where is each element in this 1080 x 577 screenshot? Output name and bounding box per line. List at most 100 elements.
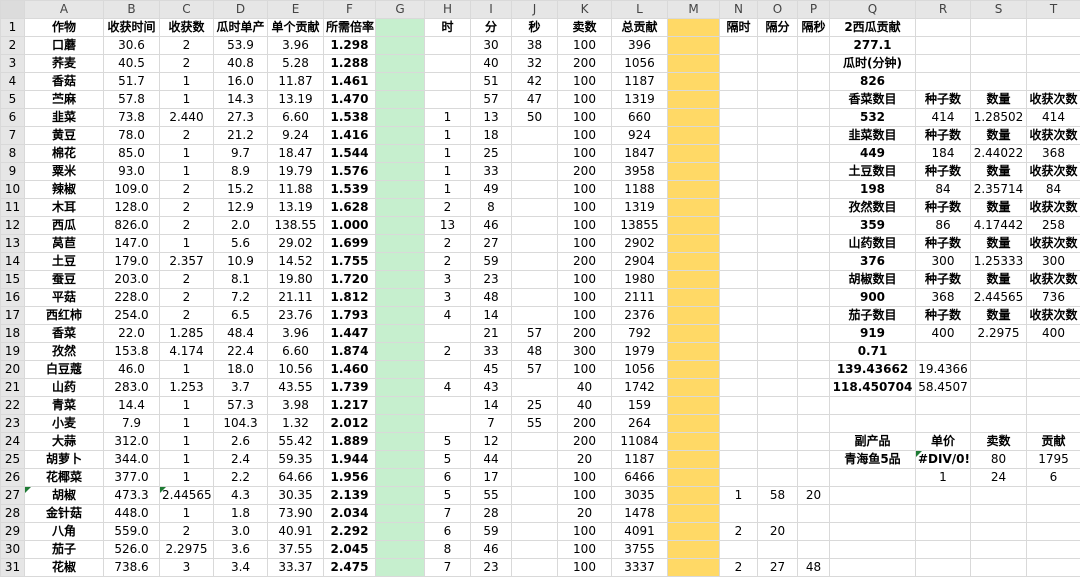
cell-o8[interactable] [758,145,798,163]
cell-l3[interactable]: 1056 [612,55,668,73]
cell-q1[interactable]: 2西瓜贡献 [830,19,916,37]
cell-n28[interactable] [720,505,758,523]
cell-q24[interactable]: 副产品 [830,433,916,451]
cell-b5[interactable]: 57.8 [104,91,160,109]
cell-k14[interactable]: 200 [558,253,612,271]
cell-h2[interactable] [425,37,471,55]
cell-e15[interactable]: 19.80 [268,271,324,289]
cell-i28[interactable]: 28 [471,505,512,523]
cell-i9[interactable]: 33 [471,163,512,181]
cell-f31[interactable]: 2.475 [324,559,376,577]
cell-b18[interactable]: 22.0 [104,325,160,343]
cell-t26[interactable]: 6 [1027,469,1080,487]
cell-k24[interactable]: 200 [558,433,612,451]
cell-f4[interactable]: 1.461 [324,73,376,91]
cell-t24[interactable]: 贡献 [1027,433,1080,451]
cell-a10[interactable]: 辣椒 [25,181,104,199]
cell-k4[interactable]: 100 [558,73,612,91]
row-number[interactable]: 29 [1,523,25,541]
cell-h9[interactable]: 1 [425,163,471,181]
cell-g26[interactable] [376,469,425,487]
cell-f8[interactable]: 1.544 [324,145,376,163]
cell-c29[interactable]: 2 [160,523,214,541]
cell-p10[interactable] [798,181,830,199]
cell-f17[interactable]: 1.793 [324,307,376,325]
cell-i2[interactable]: 30 [471,37,512,55]
cell-k7[interactable]: 100 [558,127,612,145]
cell-s23[interactable] [971,415,1027,433]
cell-p31[interactable]: 48 [798,559,830,577]
cell-j21[interactable] [512,379,558,397]
cell-f7[interactable]: 1.416 [324,127,376,145]
cell-o12[interactable] [758,217,798,235]
cell-h23[interactable] [425,415,471,433]
cell-n8[interactable] [720,145,758,163]
row-number[interactable]: 11 [1,199,25,217]
cell-j7[interactable] [512,127,558,145]
cell-a12[interactable]: 西瓜 [25,217,104,235]
cell-s31[interactable] [971,559,1027,577]
cell-g12[interactable] [376,217,425,235]
cell-d14[interactable]: 10.9 [214,253,268,271]
cell-f5[interactable]: 1.470 [324,91,376,109]
cell-a23[interactable]: 小麦 [25,415,104,433]
cell-g29[interactable] [376,523,425,541]
cell-r5[interactable]: 种子数 [916,91,971,109]
cell-a26[interactable]: 花椰菜 [25,469,104,487]
cell-h12[interactable]: 13 [425,217,471,235]
cell-q28[interactable] [830,505,916,523]
cell-d17[interactable]: 6.5 [214,307,268,325]
cell-m20[interactable] [668,361,720,379]
cell-m18[interactable] [668,325,720,343]
cell-l27[interactable]: 3035 [612,487,668,505]
column-header-e[interactable]: E [268,1,324,19]
cell-p14[interactable] [798,253,830,271]
cell-o7[interactable] [758,127,798,145]
cell-s30[interactable] [971,541,1027,559]
cell-k10[interactable]: 100 [558,181,612,199]
cell-n13[interactable] [720,235,758,253]
cell-r30[interactable] [916,541,971,559]
cell-g20[interactable] [376,361,425,379]
cell-e5[interactable]: 13.19 [268,91,324,109]
cell-t8[interactable]: 368 [1027,145,1080,163]
cell-i7[interactable]: 18 [471,127,512,145]
cell-p16[interactable] [798,289,830,307]
cell-m19[interactable] [668,343,720,361]
cell-r24[interactable]: 单价 [916,433,971,451]
cell-m13[interactable] [668,235,720,253]
cell-b1[interactable]: 收获时间 [104,19,160,37]
cell-b15[interactable]: 203.0 [104,271,160,289]
cell-b9[interactable]: 93.0 [104,163,160,181]
column-header-q[interactable]: Q [830,1,916,19]
cell-e12[interactable]: 138.55 [268,217,324,235]
cell-c6[interactable]: 2.440 [160,109,214,127]
cell-k8[interactable]: 100 [558,145,612,163]
cell-b28[interactable]: 448.0 [104,505,160,523]
cell-r11[interactable]: 种子数 [916,199,971,217]
cell-t15[interactable]: 收获次数 [1027,271,1080,289]
cell-f13[interactable]: 1.699 [324,235,376,253]
cell-f29[interactable]: 2.292 [324,523,376,541]
cell-h24[interactable]: 5 [425,433,471,451]
cell-l5[interactable]: 1319 [612,91,668,109]
cell-o18[interactable] [758,325,798,343]
cell-r19[interactable] [916,343,971,361]
cell-f18[interactable]: 1.447 [324,325,376,343]
cell-n9[interactable] [720,163,758,181]
cell-j10[interactable] [512,181,558,199]
cell-e24[interactable]: 55.42 [268,433,324,451]
cell-i8[interactable]: 25 [471,145,512,163]
cell-c2[interactable]: 2 [160,37,214,55]
cell-f28[interactable]: 2.034 [324,505,376,523]
cell-h26[interactable]: 6 [425,469,471,487]
cell-h22[interactable] [425,397,471,415]
cell-r6[interactable]: 414 [916,109,971,127]
cell-e2[interactable]: 3.96 [268,37,324,55]
row-number[interactable]: 26 [1,469,25,487]
cell-e28[interactable]: 73.90 [268,505,324,523]
cell-j29[interactable] [512,523,558,541]
cell-l22[interactable]: 159 [612,397,668,415]
cell-f22[interactable]: 1.217 [324,397,376,415]
cell-b23[interactable]: 7.9 [104,415,160,433]
